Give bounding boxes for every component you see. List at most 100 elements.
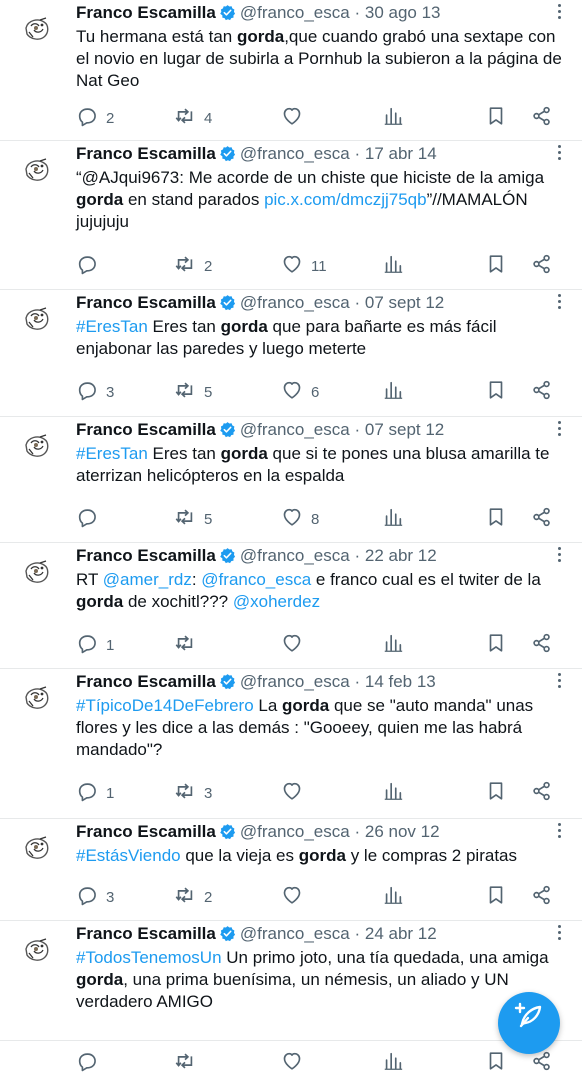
bookmark-button[interactable]	[485, 781, 507, 805]
author-handle[interactable]: @franco_esca	[240, 3, 350, 22]
views-button[interactable]	[382, 254, 404, 278]
avatar[interactable]	[22, 431, 52, 461]
more-options-icon[interactable]	[556, 925, 562, 945]
bookmark-button[interactable]	[485, 106, 507, 130]
reply-button[interactable]	[76, 507, 106, 531]
avatar[interactable]	[22, 14, 52, 44]
views-button[interactable]	[382, 633, 404, 657]
avatar[interactable]	[22, 557, 52, 587]
avatar[interactable]	[22, 935, 52, 965]
tweet-date[interactable]: 14 feb 13	[365, 672, 436, 691]
more-options-icon[interactable]	[556, 547, 562, 567]
tweet[interactable]: Franco Escamilla @franco_esca · 30 ago 13…	[0, 0, 582, 141]
retweet-button[interactable]: 5	[174, 380, 212, 404]
tweet-date[interactable]: 24 abr 12	[365, 924, 437, 943]
author-name[interactable]: Franco Escamilla	[76, 546, 216, 565]
reply-button[interactable]: 1	[76, 781, 114, 805]
share-button[interactable]	[531, 254, 553, 278]
tweet[interactable]: Franco Escamilla @franco_esca · 14 feb 13…	[0, 669, 582, 819]
reply-button[interactable]: 3	[76, 885, 114, 909]
more-options-icon[interactable]	[556, 294, 562, 314]
like-button[interactable]	[281, 781, 311, 805]
like-button[interactable]: 11	[281, 254, 327, 278]
author-name[interactable]: Franco Escamilla	[76, 420, 216, 439]
bookmark-button[interactable]	[485, 1051, 507, 1075]
retweet-button[interactable]: 5	[174, 507, 212, 531]
like-button[interactable]	[281, 1051, 311, 1075]
author-name[interactable]: Franco Escamilla	[76, 144, 216, 163]
avatar[interactable]	[22, 155, 52, 185]
bookmark-button[interactable]	[485, 507, 507, 531]
author-name[interactable]: Franco Escamilla	[76, 293, 216, 312]
bookmark-button[interactable]	[485, 380, 507, 404]
tweet[interactable]: Franco Escamilla @franco_esca · 17 abr 14…	[0, 141, 582, 290]
tweet-link[interactable]: #EstásViendo	[76, 846, 181, 865]
tweet-link[interactable]: @amer_rdz	[103, 570, 192, 589]
author-handle[interactable]: @franco_esca	[240, 672, 350, 691]
tweet-link[interactable]: #TípicoDe14DeFebrero	[76, 696, 254, 715]
like-button[interactable]: 6	[281, 380, 319, 404]
share-button[interactable]	[531, 380, 553, 404]
views-button[interactable]	[382, 380, 404, 404]
reply-button[interactable]	[76, 254, 106, 278]
tweet-date[interactable]: 26 nov 12	[365, 822, 440, 841]
tweet[interactable]: Franco Escamilla @franco_esca · 07 sept 1…	[0, 290, 582, 417]
views-button[interactable]	[382, 885, 404, 909]
reply-button[interactable]	[76, 1051, 106, 1075]
tweet-link[interactable]: @franco_esca	[201, 570, 311, 589]
retweet-button[interactable]: 4	[174, 106, 212, 130]
like-button[interactable]: 8	[281, 507, 319, 531]
reply-button[interactable]: 1	[76, 633, 114, 657]
author-handle[interactable]: @franco_esca	[240, 144, 350, 163]
author-name[interactable]: Franco Escamilla	[76, 672, 216, 691]
share-button[interactable]	[531, 106, 553, 130]
bookmark-button[interactable]	[485, 885, 507, 909]
more-options-icon[interactable]	[556, 673, 562, 693]
more-options-icon[interactable]	[556, 145, 562, 165]
tweet-date[interactable]: 22 abr 12	[365, 546, 437, 565]
tweet-link[interactable]: #EresTan	[76, 444, 148, 463]
bookmark-button[interactable]	[485, 254, 507, 278]
views-button[interactable]	[382, 106, 404, 130]
more-options-icon[interactable]	[556, 4, 562, 24]
tweet[interactable]: Franco Escamilla @franco_esca · 26 nov 12…	[0, 819, 582, 921]
retweet-button[interactable]	[174, 633, 204, 657]
tweet[interactable]: Franco Escamilla @franco_esca · 07 sept 1…	[0, 417, 582, 543]
tweet-link[interactable]: #TodosTenemosUn	[76, 948, 222, 967]
like-button[interactable]	[281, 633, 311, 657]
retweet-button[interactable]	[174, 1051, 204, 1075]
reply-button[interactable]: 2	[76, 106, 114, 130]
author-handle[interactable]: @franco_esca	[240, 420, 350, 439]
views-button[interactable]	[382, 507, 404, 531]
more-options-icon[interactable]	[556, 421, 562, 441]
author-handle[interactable]: @franco_esca	[240, 293, 350, 312]
author-handle[interactable]: @franco_esca	[240, 924, 350, 943]
avatar[interactable]	[22, 683, 52, 713]
retweet-button[interactable]: 3	[174, 781, 212, 805]
author-handle[interactable]: @franco_esca	[240, 546, 350, 565]
share-button[interactable]	[531, 507, 553, 531]
views-button[interactable]	[382, 781, 404, 805]
like-button[interactable]	[281, 106, 311, 130]
author-name[interactable]: Franco Escamilla	[76, 822, 216, 841]
views-button[interactable]	[382, 1051, 404, 1075]
more-options-icon[interactable]	[556, 823, 562, 843]
tweet[interactable]: Franco Escamilla @franco_esca · 24 abr 12…	[0, 921, 582, 1072]
retweet-button[interactable]: 2	[174, 254, 212, 278]
tweet-link[interactable]: #EresTan	[76, 317, 148, 336]
avatar[interactable]	[22, 833, 52, 863]
avatar[interactable]	[22, 304, 52, 334]
tweet-date[interactable]: 30 ago 13	[365, 3, 441, 22]
reply-button[interactable]: 3	[76, 380, 114, 404]
tweet-link[interactable]: @xoherdez	[233, 592, 320, 611]
tweet-date[interactable]: 17 abr 14	[365, 144, 437, 163]
share-button[interactable]	[531, 781, 553, 805]
author-name[interactable]: Franco Escamilla	[76, 3, 216, 22]
bookmark-button[interactable]	[485, 633, 507, 657]
author-handle[interactable]: @franco_esca	[240, 822, 350, 841]
tweet-link[interactable]: pic.x.com/dmczjj75qb	[264, 190, 427, 209]
compose-tweet-button[interactable]	[498, 992, 560, 1054]
share-button[interactable]	[531, 633, 553, 657]
retweet-button[interactable]: 2	[174, 885, 212, 909]
share-button[interactable]	[531, 885, 553, 909]
